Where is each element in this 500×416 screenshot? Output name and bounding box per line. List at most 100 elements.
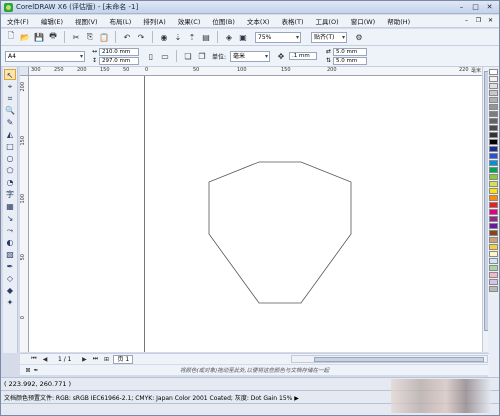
shape-tool-icon[interactable]: ⌖: [4, 81, 16, 92]
fill-tool-icon[interactable]: ◆: [4, 285, 16, 296]
drawing-canvas[interactable]: [29, 76, 482, 352]
last-page-icon[interactable]: ⏭: [91, 355, 99, 363]
doc-restore-icon[interactable]: ❐: [474, 17, 483, 25]
paste-icon[interactable]: 📋: [98, 31, 110, 43]
octagon-shape[interactable]: [208, 161, 352, 304]
current-page-icon[interactable]: ❐: [196, 50, 208, 62]
color-swatch[interactable]: [489, 90, 498, 96]
close-icon[interactable]: ✕: [484, 2, 495, 12]
connector-tool-icon[interactable]: ⤳: [4, 225, 16, 236]
duplicate-y-input[interactable]: 5.0 mm: [333, 56, 368, 65]
ellipse-tool-icon[interactable]: ○: [4, 153, 16, 164]
pick-tool-icon[interactable]: ↖: [4, 69, 16, 80]
menu-edit[interactable]: 编辑(E): [35, 16, 69, 26]
smart-fill-icon[interactable]: ◭: [4, 129, 16, 140]
color-swatch[interactable]: [489, 195, 498, 201]
horizontal-scrollbar[interactable]: [291, 355, 488, 363]
menu-file[interactable]: 文件(F): [1, 16, 35, 26]
color-swatch[interactable]: [489, 202, 498, 208]
doc-close-icon[interactable]: ✕: [486, 17, 495, 25]
menu-arrange[interactable]: 排列(A): [137, 16, 172, 26]
prev-page-icon[interactable]: ◀: [41, 356, 49, 363]
polygon-tool-icon[interactable]: ⬠: [4, 165, 16, 176]
color-swatch[interactable]: [489, 139, 498, 145]
color-swatch[interactable]: [489, 146, 498, 152]
color-swatch[interactable]: [489, 104, 498, 110]
export-icon[interactable]: ⇡: [186, 31, 198, 43]
color-swatch[interactable]: [489, 286, 498, 292]
transparency-tool-icon[interactable]: ▧: [4, 249, 16, 260]
duplicate-x-input[interactable]: 5.0 mm: [333, 47, 368, 56]
color-swatch[interactable]: [489, 132, 498, 138]
outline-tool-icon[interactable]: ◇: [4, 273, 16, 284]
text-tool-icon[interactable]: 字: [4, 189, 16, 200]
menu-tools[interactable]: 工具(O): [310, 16, 345, 26]
paper-size-select[interactable]: A4: [5, 50, 85, 62]
color-swatch[interactable]: [489, 83, 498, 89]
color-swatch[interactable]: [489, 223, 498, 229]
new-document-icon[interactable]: 🗋: [5, 31, 17, 43]
color-swatch[interactable]: [489, 230, 498, 236]
zoom-level-select[interactable]: 75%: [255, 31, 301, 43]
color-swatch[interactable]: [489, 69, 498, 75]
color-swatch[interactable]: [489, 125, 498, 131]
blend-tool-icon[interactable]: ◐: [4, 237, 16, 248]
menu-layout[interactable]: 布局(L): [104, 16, 138, 26]
color-swatch[interactable]: [489, 174, 498, 180]
save-icon[interactable]: 💾: [33, 31, 45, 43]
all-pages-icon[interactable]: ❏: [182, 50, 194, 62]
welcome-screen-icon[interactable]: ▣: [237, 31, 249, 43]
add-page-icon[interactable]: ⊞: [102, 356, 110, 363]
zoom-tool-icon[interactable]: 🔍: [4, 105, 16, 116]
ruler-corner[interactable]: [20, 67, 29, 76]
horizontal-scroll-thumb[interactable]: [314, 357, 484, 362]
color-swatch[interactable]: [489, 209, 498, 215]
color-swatch[interactable]: [489, 237, 498, 243]
print-icon[interactable]: 🖶: [47, 31, 59, 43]
snap-to-select[interactable]: 贴齐(T): [311, 31, 347, 43]
portrait-icon[interactable]: ▯: [145, 50, 157, 62]
freehand-tool-icon[interactable]: ✎: [4, 117, 16, 128]
import-icon[interactable]: ⇣: [172, 31, 184, 43]
eyedropper-tool-icon[interactable]: ✒: [4, 261, 16, 272]
color-swatch[interactable]: [489, 181, 498, 187]
crop-tool-icon[interactable]: ⌗: [4, 93, 16, 104]
maximize-icon[interactable]: □: [470, 2, 481, 12]
undo-icon[interactable]: ↶: [121, 31, 133, 43]
first-page-icon[interactable]: ⏮: [30, 355, 38, 363]
nudge-distance-input[interactable]: .1 mm: [289, 52, 318, 60]
page-width-input[interactable]: 210.0 mm: [99, 47, 139, 56]
color-swatch[interactable]: [489, 76, 498, 82]
color-swatch[interactable]: [489, 153, 498, 159]
color-swatch[interactable]: [489, 167, 498, 173]
menu-window[interactable]: 窗口(W): [345, 16, 382, 26]
color-swatch[interactable]: [489, 279, 498, 285]
menu-bitmaps[interactable]: 位图(B): [206, 16, 241, 26]
no-fill-swatch-icon[interactable]: ⊠: [24, 367, 32, 374]
next-page-icon[interactable]: ▶: [80, 356, 88, 363]
doc-minimize-icon[interactable]: –: [462, 17, 471, 25]
color-swatch[interactable]: [489, 216, 498, 222]
color-swatch[interactable]: [489, 160, 498, 166]
table-tool-icon[interactable]: ▦: [4, 201, 16, 212]
page-tab[interactable]: 页 1: [113, 354, 134, 364]
dimension-tool-icon[interactable]: ↘: [4, 213, 16, 224]
page-height-input[interactable]: 297.0 mm: [99, 56, 139, 65]
menu-view[interactable]: 视图(V): [69, 16, 104, 26]
color-swatch[interactable]: [489, 111, 498, 117]
menu-text[interactable]: 文本(X): [241, 16, 276, 26]
color-swatch[interactable]: [489, 118, 498, 124]
color-swatch[interactable]: [489, 244, 498, 250]
publish-pdf-icon[interactable]: ▤: [200, 31, 212, 43]
menu-help[interactable]: 帮助(H): [381, 16, 416, 26]
app-launcher-icon[interactable]: ◈: [223, 31, 235, 43]
menu-table[interactable]: 表格(T): [275, 16, 309, 26]
search-content-icon[interactable]: ◉: [158, 31, 170, 43]
vertical-ruler[interactable]: 200 150 100 50 0: [20, 76, 29, 352]
rectangle-tool-icon[interactable]: □: [4, 141, 16, 152]
basic-shapes-icon[interactable]: ◔: [4, 177, 16, 188]
horizontal-ruler[interactable]: 300 250 200 150 50 0 50 100 150 200 220 …: [29, 67, 482, 76]
color-swatch[interactable]: [489, 97, 498, 103]
units-select[interactable]: 毫米: [230, 50, 271, 62]
copy-icon[interactable]: ⎘: [84, 31, 96, 43]
